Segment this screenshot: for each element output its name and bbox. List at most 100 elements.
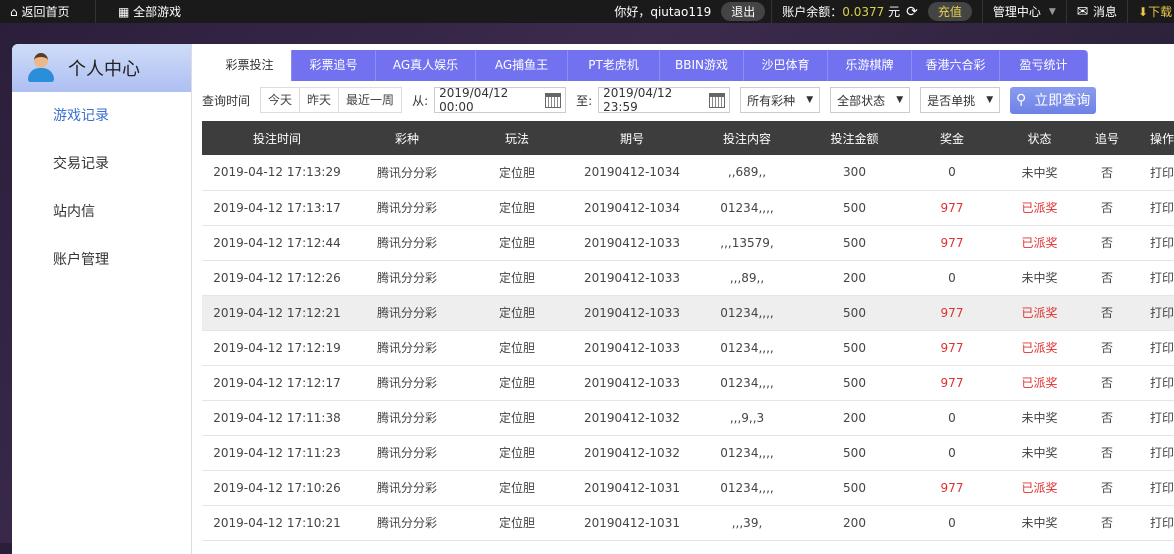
column-header: 状态 <box>997 121 1082 155</box>
recharge-button[interactable]: 充值 <box>927 2 972 21</box>
table-row[interactable]: 2019-04-12 17:10:26 腾讯分分彩 定位胆 20190412-1031… <box>202 470 1174 506</box>
column-header: 彩种 <box>352 121 462 155</box>
calendar-icon[interactable] <box>709 92 726 108</box>
table-cell: 200 <box>802 260 907 296</box>
sidebar-header: 个人中心 <box>12 44 191 92</box>
tab-8[interactable]: 香港六合彩 <box>912 50 1000 81</box>
table-row[interactable]: 2019-04-12 17:11:23 腾讯分分彩 定位胆 20190412-1032… <box>202 435 1174 471</box>
table-cell: 2019-04-12 17:12:44 <box>202 225 352 261</box>
print-link[interactable]: 打印 <box>1132 155 1174 191</box>
column-header: 投注金额 <box>802 121 907 155</box>
table-cell: 20190412-1033 <box>572 330 692 366</box>
sidebar-item-game-records[interactable]: 游戏记录 <box>12 92 191 140</box>
table-cell: 否 <box>1082 190 1132 226</box>
table-cell: 腾讯分分彩 <box>352 330 462 366</box>
table-cell: 定位胆 <box>462 435 572 471</box>
table-row[interactable]: 2019-04-12 17:12:44 腾讯分分彩 定位胆 20190412-1033… <box>202 225 1174 261</box>
table-cell: 未中奖 <box>997 155 1082 191</box>
column-header: 期号 <box>572 121 692 155</box>
tab-1[interactable]: 彩票追号 <box>292 50 376 81</box>
table-cell: 200 <box>802 505 907 541</box>
sidebar-item-transactions[interactable]: 交易记录 <box>12 140 191 188</box>
table-cell: 20190412-1032 <box>572 435 692 471</box>
print-link[interactable]: 打印 <box>1132 365 1174 401</box>
home-link[interactable]: ⌂ 返回首页 <box>0 0 96 23</box>
messages-link[interactable]: ✉ 消息 <box>1067 0 1128 23</box>
status-select[interactable]: 全部状态 ▼ <box>830 87 911 113</box>
table-cell: 0 <box>907 400 997 436</box>
main-area: 彩票投注 彩票追号 AG真人娱乐 AG捕鱼王 PT老虎机 BBIN游戏 沙巴体育 乐游棋牌 香港… <box>202 44 1174 541</box>
table-cell: 否 <box>1082 400 1132 436</box>
table-cell: 977 <box>907 365 997 401</box>
tab-9[interactable]: 盈亏统计 <box>1000 50 1088 81</box>
print-link[interactable]: 打印 <box>1132 435 1174 471</box>
print-link[interactable]: 打印 <box>1132 260 1174 296</box>
print-link[interactable]: 打印 <box>1132 330 1174 366</box>
column-header: 奖金 <box>907 121 997 155</box>
sidebar-item-account[interactable]: 账户管理 <box>12 236 191 284</box>
all-games-link[interactable]: ▦ 全部游戏 <box>108 0 191 23</box>
yesterday-button[interactable]: 昨天 <box>300 87 340 113</box>
refresh-icon[interactable]: ⟳ <box>906 4 918 20</box>
table-cell: 0 <box>907 155 997 191</box>
print-link[interactable]: 打印 <box>1132 400 1174 436</box>
balance-label: 账户余额： <box>782 5 843 19</box>
table-row[interactable]: 2019-04-12 17:13:17 腾讯分分彩 定位胆 20190412-1034… <box>202 190 1174 226</box>
lottery-select[interactable]: 所有彩种 ▼ <box>740 87 821 113</box>
tab-2[interactable]: AG真人娱乐 <box>376 50 476 81</box>
table-cell: 500 <box>802 470 907 506</box>
tab-3[interactable]: AG捕鱼王 <box>476 50 568 81</box>
caret-down-icon: ▼ <box>986 95 994 105</box>
tab-6[interactable]: 沙巴体育 <box>744 50 828 81</box>
query-label: 立即查询 <box>1034 93 1091 109</box>
print-link[interactable]: 打印 <box>1132 505 1174 541</box>
print-link[interactable]: 打印 <box>1132 470 1174 506</box>
sidebar: 个人中心 游戏记录 交易记录 站内信 账户管理 <box>12 44 192 554</box>
table-row[interactable]: 2019-04-12 17:12:19 腾讯分分彩 定位胆 20190412-1033… <box>202 330 1174 366</box>
single-select-value: 是否单挑 <box>927 93 976 108</box>
table-row[interactable]: 2019-04-12 17:10:21 腾讯分分彩 定位胆 20190412-1031… <box>202 505 1174 541</box>
table-cell: 否 <box>1082 505 1132 541</box>
table-cell: 200 <box>802 400 907 436</box>
print-link[interactable]: 打印 <box>1132 190 1174 226</box>
column-header: 投注内容 <box>692 121 802 155</box>
table-cell: 20190412-1033 <box>572 365 692 401</box>
column-header: 操作 <box>1132 121 1174 155</box>
admin-menu[interactable]: 管理中心 ▼ <box>983 0 1067 23</box>
to-date-input[interactable]: 2019/04/12 23:59 <box>598 86 731 114</box>
logout-button[interactable]: 退出 <box>721 2 766 21</box>
tab-5[interactable]: BBIN游戏 <box>660 50 744 81</box>
download-link[interactable]: ⬇ 下载 <box>1128 0 1174 23</box>
table-row[interactable]: 2019-04-12 17:11:38 腾讯分分彩 定位胆 20190412-1032… <box>202 400 1174 436</box>
today-button[interactable]: 今天 <box>260 87 301 113</box>
lottery-select-value: 所有彩种 <box>747 93 796 108</box>
calendar-icon[interactable] <box>545 92 562 108</box>
tab-0[interactable]: 彩票投注 <box>208 50 292 81</box>
table-cell: 2019-04-12 17:12:26 <box>202 260 352 296</box>
table-cell: 2019-04-12 17:12:21 <box>202 295 352 331</box>
sidebar-item-inbox[interactable]: 站内信 <box>12 188 191 236</box>
table-cell: 500 <box>802 365 907 401</box>
last-week-button[interactable]: 最近一周 <box>339 87 403 113</box>
status-select-value: 全部状态 <box>837 93 886 108</box>
table-row[interactable]: 2019-04-12 17:12:26 腾讯分分彩 定位胆 20190412-1033… <box>202 260 1174 296</box>
table-cell: 20190412-1031 <box>572 505 692 541</box>
print-link[interactable]: 打印 <box>1132 225 1174 261</box>
single-select[interactable]: 是否单挑 ▼ <box>920 87 1001 113</box>
table-cell: 定位胆 <box>462 400 572 436</box>
table-row[interactable]: 2019-04-12 17:13:29 腾讯分分彩 定位胆 20190412-1034… <box>202 155 1174 191</box>
print-link[interactable]: 打印 <box>1132 295 1174 331</box>
table-cell: ,,,9,,3 <box>692 400 802 436</box>
table-row[interactable]: 2019-04-12 17:12:17 腾讯分分彩 定位胆 20190412-1033… <box>202 365 1174 401</box>
table-row[interactable]: 2019-04-12 17:12:21 腾讯分分彩 定位胆 20190412-1033… <box>202 295 1174 331</box>
table-cell: 2019-04-12 17:12:19 <box>202 330 352 366</box>
from-date-input[interactable]: 2019/04/12 00:00 <box>434 86 567 114</box>
admin-label: 管理中心 <box>992 5 1041 19</box>
to-label: 至: <box>576 93 593 108</box>
table-cell: 腾讯分分彩 <box>352 470 462 506</box>
table-cell: 定位胆 <box>462 505 572 541</box>
query-button[interactable]: ⚲ 立即查询 <box>1010 86 1097 114</box>
tab-7[interactable]: 乐游棋牌 <box>828 50 912 81</box>
table-cell: 2019-04-12 17:13:17 <box>202 190 352 226</box>
tab-4[interactable]: PT老虎机 <box>568 50 660 81</box>
